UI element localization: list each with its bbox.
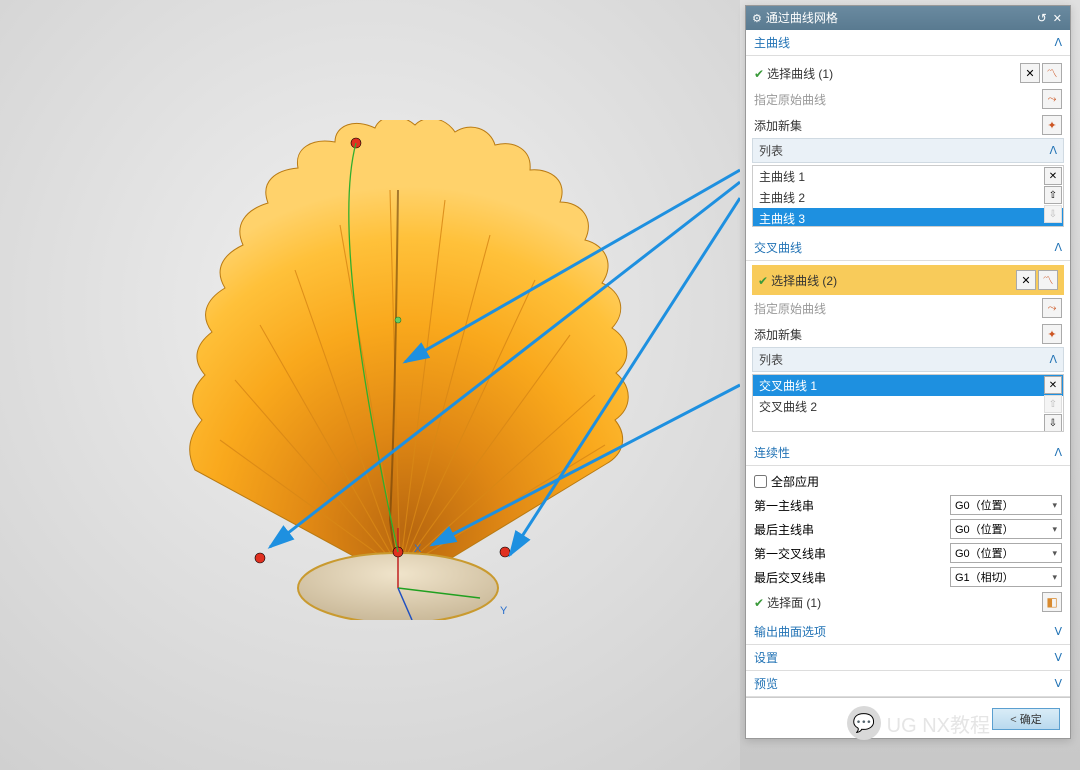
primary-select-label: 选择曲线 (1) [767,67,833,81]
shell-svg [140,120,660,620]
chevron-down-icon [1054,677,1062,690]
list-item[interactable]: 交叉曲线 1 [753,375,1063,396]
move-up-icon[interactable]: ⇧ [1044,395,1062,413]
orig-curve-icon[interactable]: ⤳ [1042,89,1062,109]
apply-all-checkbox[interactable] [754,475,767,488]
chevron-up-icon [1054,36,1062,49]
primary-list[interactable]: 主曲线 1 主曲线 2 主曲线 3 ✕ ⇧ ⇩ [752,165,1064,227]
shell-model [140,120,660,620]
wechat-icon [847,706,881,740]
continuity-combo[interactable]: G1（相切） [950,567,1062,587]
list-item[interactable]: 主曲线 2 [753,187,1063,208]
primary-orig-label: 指定原始曲线 [754,91,826,108]
cross-add-row[interactable]: 添加新集 ✦ [752,321,1064,347]
gear-icon [752,6,762,31]
curve-picker-icon[interactable]: 〽 [1042,63,1062,83]
continuity-combo[interactable]: G0（位置） [950,519,1062,539]
chevron-down-icon [1052,547,1057,559]
continuity-row-0: 第一主线串 G0（位置） [752,493,1064,517]
continuity-row-3: 最后交叉线串 G1（相切） [752,565,1064,589]
cross-select-row[interactable]: ✔选择曲线 (2) ✕ 〽 [752,265,1064,295]
apply-all-row[interactable]: 全部应用 [752,470,1064,493]
dialog-title: 通过曲线网格 [766,6,838,30]
section-preview-title: 预览 [754,675,778,692]
section-continuity-header[interactable]: 连续性 [746,440,1070,466]
continuity-label: 最后主线串 [754,521,814,538]
chevron-up-icon [1054,446,1062,459]
section-settings-title: 设置 [754,649,778,666]
section-cross-body: ✔选择曲线 (2) ✕ 〽 指定原始曲线 ⤳ 添加新集 ✦ 列表 交叉曲线 1 … [746,261,1070,440]
select-face-row[interactable]: ✔选择面 (1) [752,589,1064,615]
dialog-titlebar[interactable]: 通过曲线网格 [746,6,1070,30]
continuity-combo[interactable]: G0（位置） [950,495,1062,515]
delete-icon[interactable]: ✕ [1044,376,1062,394]
chevron-up-icon [1054,241,1062,254]
primary-select-row[interactable]: ✔选择曲线 (1) ✕ 〽 [752,60,1064,86]
axis-y-label: Y [500,605,507,617]
section-continuity-title: 连续性 [754,444,790,461]
primary-orig-row: 指定原始曲线 ⤳ [752,86,1064,112]
watermark-text: UG NX教程 [887,709,990,738]
section-preview-header[interactable]: 预览 [746,671,1070,697]
chevron-up-icon [1049,144,1057,157]
close-icon[interactable] [1051,6,1064,31]
cross-orig-label: 指定原始曲线 [754,300,826,317]
section-continuity-body: 全部应用 第一主线串 G0（位置） 最后主线串 G0（位置） 第一交叉线串 G0… [746,466,1070,619]
chevron-down-icon [1054,651,1062,664]
cross-list-title: 列表 [759,351,783,368]
curve-picker-icon[interactable]: 〽 [1038,270,1058,290]
reverse-direction-icon[interactable]: ✕ [1016,270,1036,290]
viewport-3d[interactable]: X Y [0,0,740,770]
apply-all-label: 全部应用 [771,473,819,490]
reverse-direction-icon[interactable]: ✕ [1020,63,1040,83]
cross-list[interactable]: 交叉曲线 1 交叉曲线 2 ✕ ⇧ ⇩ [752,374,1064,432]
section-settings-header[interactable]: 设置 [746,645,1070,671]
face-icon[interactable] [1042,592,1062,612]
list-item[interactable]: 主曲线 3 [753,208,1063,227]
primary-add-row[interactable]: 添加新集 ✦ [752,112,1064,138]
delete-icon[interactable]: ✕ [1044,167,1062,185]
chevron-up-icon [1049,353,1057,366]
move-down-icon[interactable]: ⇩ [1044,414,1062,432]
continuity-label: 最后交叉线串 [754,569,826,586]
primary-list-title: 列表 [759,142,783,159]
select-face-label: 选择面 (1) [767,596,821,610]
continuity-label: 第一交叉线串 [754,545,826,562]
add-set-icon[interactable]: ✦ [1042,324,1062,344]
section-output-title: 输出曲面选项 [754,623,826,640]
section-cross-header[interactable]: 交叉曲线 [746,235,1070,261]
ok-button[interactable]: 确定 [992,708,1060,730]
move-up-icon[interactable]: ⇧ [1044,186,1062,204]
axis-x-label: X [414,543,421,555]
primary-add-label: 添加新集 [754,117,802,134]
watermark: UG NX教程 [847,706,990,740]
primary-list-header[interactable]: 列表 [752,138,1064,163]
section-primary-body: ✔选择曲线 (1) ✕ 〽 指定原始曲线 ⤳ 添加新集 ✦ 列表 主曲线 1 主… [746,56,1070,235]
reset-icon[interactable] [1035,6,1049,31]
dialog-through-curve-mesh: 通过曲线网格 主曲线 ✔选择曲线 (1) ✕ 〽 指定原始曲线 ⤳ 添加新集 ✦… [745,5,1071,739]
move-down-icon[interactable]: ⇩ [1044,205,1062,223]
continuity-label: 第一主线串 [754,497,814,514]
continuity-combo[interactable]: G0（位置） [950,543,1062,563]
section-output-header[interactable]: 输出曲面选项 [746,619,1070,645]
cross-list-header[interactable]: 列表 [752,347,1064,372]
cross-add-label: 添加新集 [754,326,802,343]
orig-curve-icon[interactable]: ⤳ [1042,298,1062,318]
chevron-down-icon [1052,499,1057,511]
chevron-down-icon [1052,523,1057,535]
cross-orig-row: 指定原始曲线 ⤳ [752,295,1064,321]
shell-surface [190,120,629,580]
continuity-row-2: 第一交叉线串 G0（位置） [752,541,1064,565]
section-primary-header[interactable]: 主曲线 [746,30,1070,56]
continuity-row-1: 最后主线串 G0（位置） [752,517,1064,541]
section-cross-title: 交叉曲线 [754,239,802,256]
chevron-down-icon [1052,571,1057,583]
section-primary-title: 主曲线 [754,34,790,51]
chevron-down-icon [1054,625,1062,638]
list-item[interactable]: 交叉曲线 2 [753,396,1063,417]
cross-select-label: 选择曲线 (2) [771,274,837,288]
list-item[interactable]: 主曲线 1 [753,166,1063,187]
add-set-icon[interactable]: ✦ [1042,115,1062,135]
